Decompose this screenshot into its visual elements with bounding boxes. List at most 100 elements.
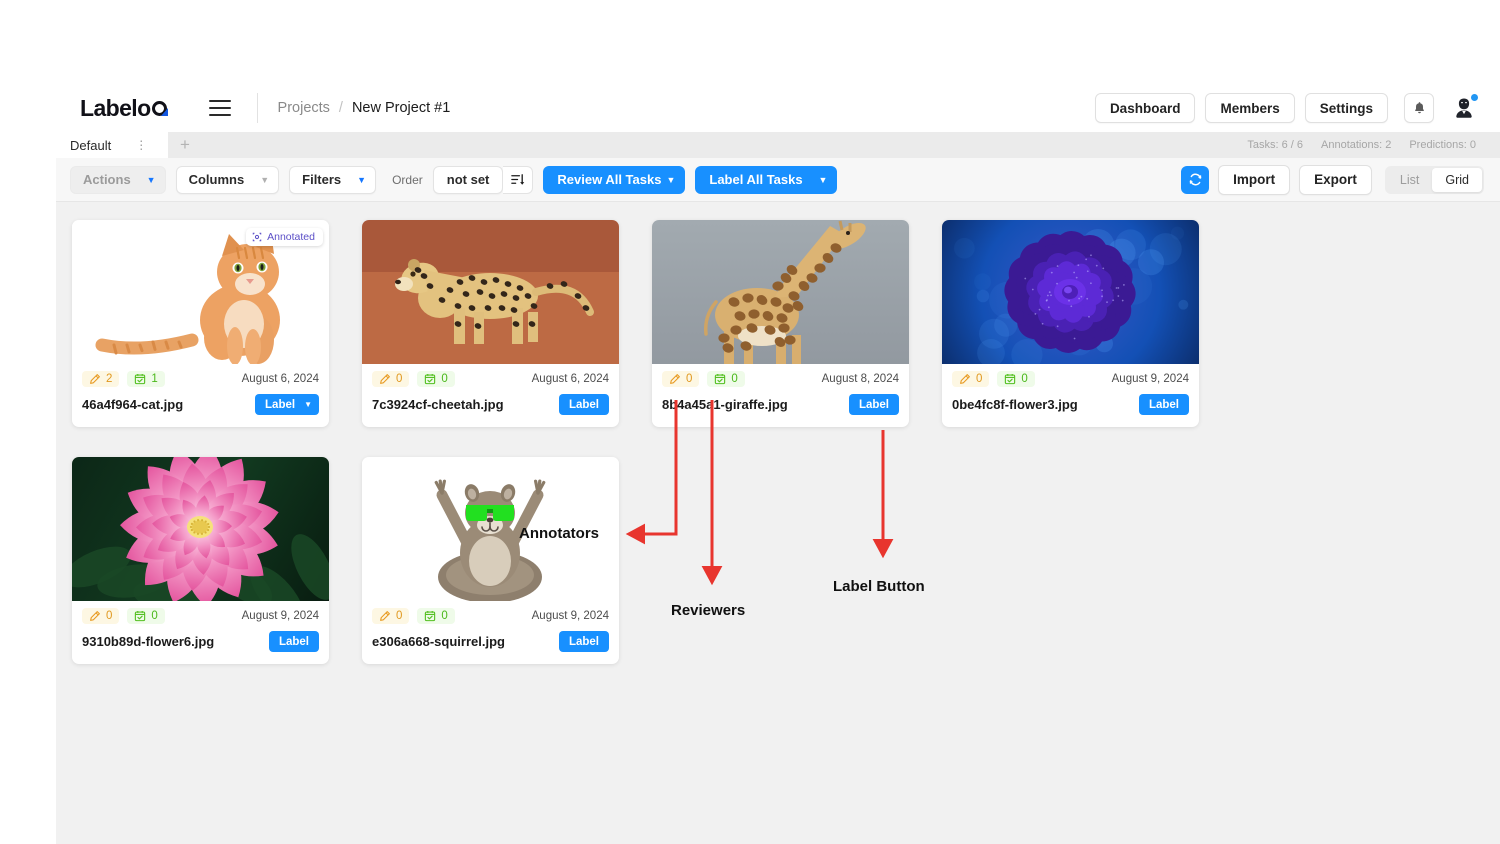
review-check-icon xyxy=(134,373,146,385)
reviews-count: 0 xyxy=(151,610,157,622)
reviews-count: 0 xyxy=(1021,373,1027,385)
review-check-icon xyxy=(424,610,436,622)
view-mode-list[interactable]: List xyxy=(1387,168,1432,192)
reviews-count: 0 xyxy=(441,610,447,622)
label-task-label: Label xyxy=(859,399,889,411)
annotations-count: 2 xyxy=(106,373,112,385)
label-all-tasks-button[interactable]: Label All Tasks ▼ xyxy=(695,166,837,194)
task-thumbnail[interactable] xyxy=(942,220,1199,364)
export-button[interactable]: Export xyxy=(1299,165,1372,195)
bell-icon xyxy=(1413,101,1426,115)
task-card[interactable]: 0 0 August 9, 2024 0be4fc8f-flower3.jpg … xyxy=(942,220,1199,427)
columns-label: Columns xyxy=(189,172,245,187)
thumbnail-canvas xyxy=(72,457,329,601)
logo-text: Labelo xyxy=(80,97,151,120)
add-tab-button[interactable]: + xyxy=(168,132,202,158)
filters-label: Filters xyxy=(302,172,341,187)
members-button[interactable]: Members xyxy=(1205,93,1294,123)
import-button[interactable]: Import xyxy=(1218,165,1290,195)
app-window: Labelo Projects / New Project #1 Dashboa… xyxy=(56,84,1500,844)
task-footer: 0be4fc8f-flower3.jpg Label xyxy=(942,391,1199,427)
filters-dropdown[interactable]: Filters ▼ xyxy=(289,166,376,194)
label-task-button[interactable]: Label xyxy=(1139,394,1189,415)
callout-annotators: Annotators xyxy=(519,525,599,542)
task-meta: 0 0 August 6, 2024 xyxy=(362,364,619,391)
dashboard-button[interactable]: Dashboard xyxy=(1095,93,1196,123)
tab-menu-icon[interactable]: ⋮ xyxy=(135,139,147,151)
label-task-button[interactable]: Label xyxy=(269,631,319,652)
chevron-down-icon: ▼ xyxy=(357,175,366,185)
sort-direction-button[interactable] xyxy=(503,166,533,194)
task-card[interactable]: 0 0 August 8, 2024 8b4a45a1-giraffe.jpg … xyxy=(652,220,909,427)
reviews-count-pill: 0 xyxy=(707,371,744,387)
stat-tasks: Tasks: 6 / 6 xyxy=(1247,139,1303,151)
notifications-button[interactable] xyxy=(1404,93,1434,123)
tab-default[interactable]: Default ⋮ xyxy=(56,132,168,158)
label-task-button[interactable]: Label ▼ xyxy=(255,394,319,415)
task-filename: e306a668-squirrel.jpg xyxy=(372,634,505,649)
order-field[interactable]: not set xyxy=(433,166,504,194)
review-all-tasks-button[interactable]: Review All Tasks ▼ xyxy=(543,166,685,194)
task-card[interactable]: Annotated 2 1 August 6, 2024 46a4f964-ca… xyxy=(72,220,329,427)
chevron-down-icon: ▼ xyxy=(147,175,156,185)
thumbnail-canvas xyxy=(652,220,909,364)
refresh-button[interactable] xyxy=(1181,166,1209,194)
tab-strip: Default ⋮ + Tasks: 6 / 6 Annotations: 2 … xyxy=(56,132,1500,158)
status-badge-label: Annotated xyxy=(267,231,315,243)
label-all-tasks-label: Label All Tasks xyxy=(709,172,802,187)
task-meta: 0 0 August 9, 2024 xyxy=(72,601,329,628)
breadcrumb: Projects / New Project #1 xyxy=(278,100,451,116)
pencil-icon xyxy=(379,610,391,622)
pencil-icon xyxy=(379,373,391,385)
task-filename: 0be4fc8f-flower3.jpg xyxy=(952,397,1078,412)
app-logo[interactable]: Labelo xyxy=(80,97,167,120)
breadcrumb-separator: / xyxy=(339,100,343,116)
reviews-count-pill: 0 xyxy=(997,371,1034,387)
breadcrumb-projects[interactable]: Projects xyxy=(278,100,330,116)
task-footer: 8b4a45a1-giraffe.jpg Label xyxy=(652,391,909,427)
task-date: August 9, 2024 xyxy=(1112,373,1189,385)
stat-predictions: Predictions: 0 xyxy=(1409,139,1476,151)
actions-dropdown[interactable]: Actions ▼ xyxy=(70,166,166,194)
reviews-count-pill: 0 xyxy=(127,608,164,624)
task-card[interactable]: 0 0 August 9, 2024 e306a668-squirrel.jpg… xyxy=(362,457,619,664)
task-footer: 46a4f964-cat.jpg Label ▼ xyxy=(72,391,329,427)
task-thumbnail[interactable] xyxy=(362,220,619,364)
chevron-down-icon: ▼ xyxy=(260,175,269,185)
columns-dropdown[interactable]: Columns ▼ xyxy=(176,166,280,194)
task-thumbnail[interactable] xyxy=(72,457,329,601)
task-thumbnail[interactable]: Annotated xyxy=(72,220,329,364)
label-task-button[interactable]: Label xyxy=(559,394,609,415)
task-card[interactable]: 0 0 August 9, 2024 9310b89d-flower6.jpg … xyxy=(72,457,329,664)
annotations-count-pill: 0 xyxy=(372,371,409,387)
chevron-down-icon: ▼ xyxy=(818,175,827,185)
thumbnail-canvas xyxy=(942,220,1199,364)
task-filename: 9310b89d-flower6.jpg xyxy=(82,634,214,649)
annotations-count-pill: 0 xyxy=(662,371,699,387)
label-task-label: Label xyxy=(569,399,599,411)
refresh-icon xyxy=(1188,172,1203,187)
app-header: Labelo Projects / New Project #1 Dashboa… xyxy=(56,84,1500,132)
task-card[interactable]: 0 0 August 6, 2024 7c3924cf-cheetah.jpg … xyxy=(362,220,619,427)
label-task-button[interactable]: Label xyxy=(849,394,899,415)
status-badge: Annotated xyxy=(246,228,323,246)
task-date: August 6, 2024 xyxy=(532,373,609,385)
pencil-icon xyxy=(89,373,101,385)
pencil-icon xyxy=(89,610,101,622)
annotations-count: 0 xyxy=(396,610,402,622)
task-thumbnail[interactable] xyxy=(652,220,909,364)
task-footer: 7c3924cf-cheetah.jpg Label xyxy=(362,391,619,427)
view-mode-grid[interactable]: Grid xyxy=(1432,168,1482,192)
review-check-icon xyxy=(714,373,726,385)
avatar[interactable] xyxy=(1450,94,1478,122)
label-task-label: Label xyxy=(265,399,295,411)
annotation-frame-icon xyxy=(252,232,262,242)
chevron-down-icon: ▼ xyxy=(666,175,675,185)
label-task-label: Label xyxy=(279,636,309,648)
label-task-button[interactable]: Label xyxy=(559,631,609,652)
order-label: Order xyxy=(392,173,423,187)
settings-button[interactable]: Settings xyxy=(1305,93,1388,123)
hamburger-icon[interactable] xyxy=(209,100,231,116)
task-filename: 7c3924cf-cheetah.jpg xyxy=(372,397,504,412)
task-filename: 8b4a45a1-giraffe.jpg xyxy=(662,397,788,412)
